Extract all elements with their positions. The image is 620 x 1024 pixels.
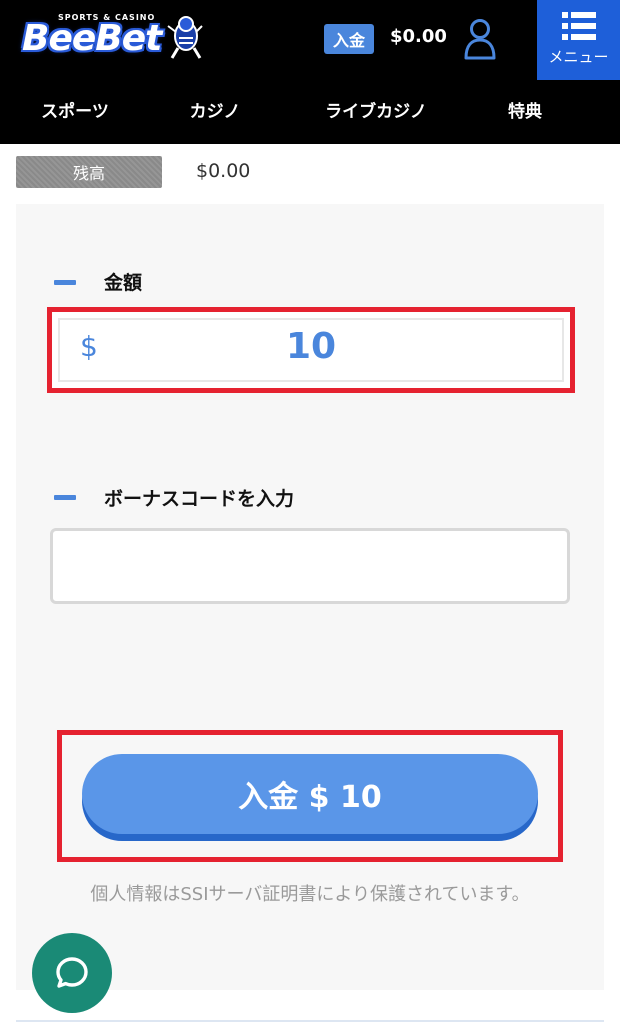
balance-value: $0.00 [196, 160, 251, 182]
chat-button[interactable] [32, 933, 112, 1013]
amount-highlight: $ 10 [47, 307, 575, 393]
balance-label: 残高 [16, 156, 162, 188]
bee-mascot-icon [167, 16, 203, 59]
section-marker [54, 280, 76, 285]
nav-item-casino[interactable]: カジノ [170, 80, 260, 144]
menu-button[interactable]: メニュー [537, 0, 620, 80]
nav-item-promotions[interactable]: 特典 [490, 80, 560, 144]
header-balance: $0.00 [390, 26, 447, 47]
beebet-logo[interactable]: SPORTS & CASINO BeeBet [14, 10, 204, 66]
amount-title: 金額 [104, 272, 143, 294]
deposit-button[interactable]: 入金 [324, 24, 374, 54]
header: SPORTS & CASINO BeeBet 入金 $0.00 メニュー [0, 0, 620, 80]
section-marker [54, 495, 76, 500]
deposit-submit-button[interactable]: 入金 $ 10 [82, 754, 538, 834]
nav-item-live-casino[interactable]: ライブカジノ [312, 80, 440, 144]
main-nav: スポーツ カジノ ライブカジノ 特典 [0, 80, 620, 144]
list-menu-icon [561, 12, 596, 40]
nav-item-sports[interactable]: スポーツ [20, 80, 130, 144]
amount-value: 10 [285, 326, 337, 367]
balance-row: 残高 $0.00 [0, 144, 620, 194]
bottom-divider [16, 1020, 604, 1022]
user-icon[interactable] [464, 18, 496, 60]
amount-input[interactable]: $ 10 [58, 318, 564, 382]
menu-label: メニュー [548, 48, 609, 66]
bonus-code-input[interactable] [50, 528, 570, 604]
logo-wordmark: BeeBet [22, 18, 162, 59]
ssl-note: 個人情報はSSIサーバ証明書により保護されています。 [90, 884, 530, 905]
chat-bubble-icon [56, 957, 88, 988]
bonus-code-title: ボーナスコードを入力 [104, 488, 295, 510]
